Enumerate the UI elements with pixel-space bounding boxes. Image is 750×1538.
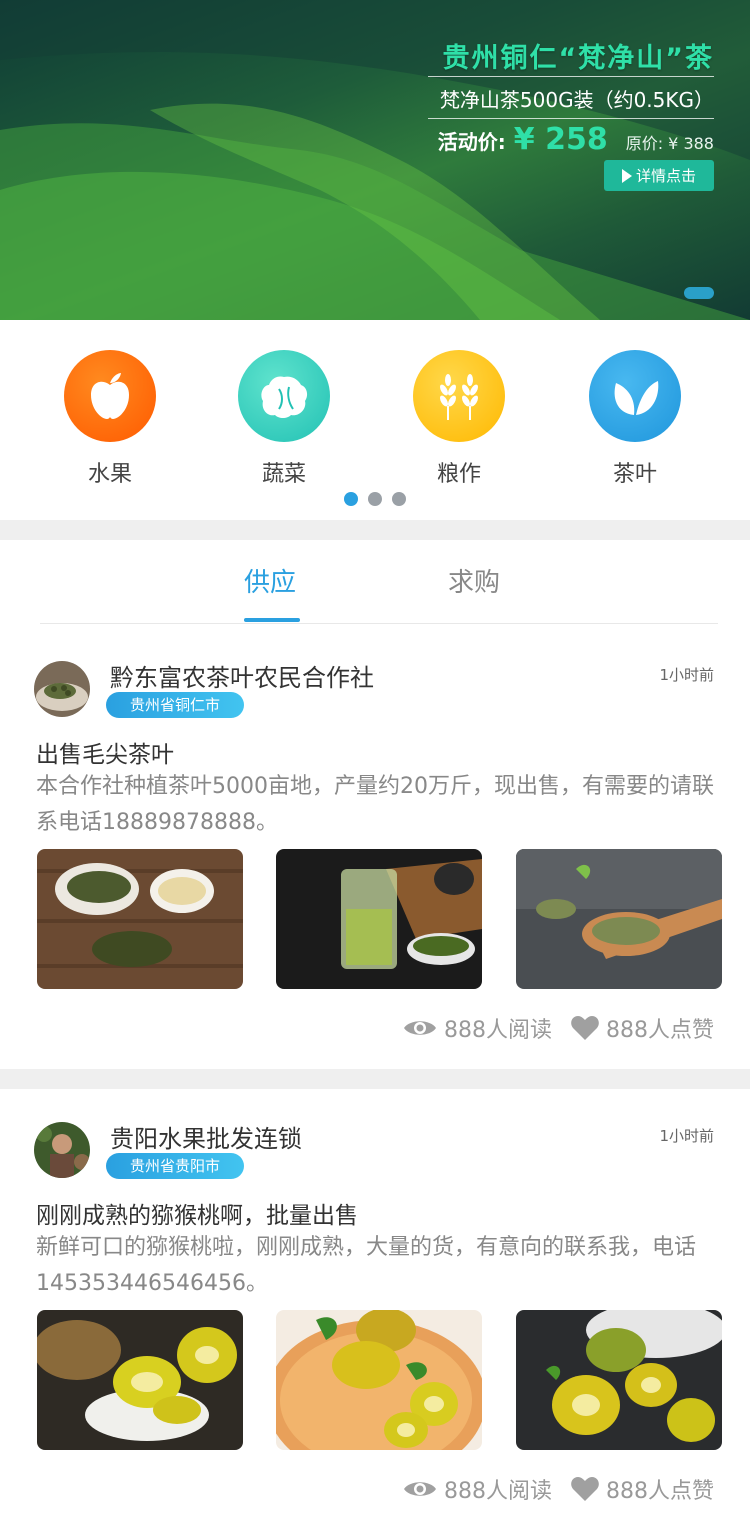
read-count: 888人阅读 [402, 1012, 552, 1044]
post-card[interactable]: 贵阳水果批发连锁 1小时前 贵州省贵阳市 刚刚成熟的猕猴桃啊，批量出售 新鲜可口… [0, 1089, 750, 1538]
category-tea[interactable]: 茶叶 [575, 350, 695, 488]
detail-button[interactable]: 详情点击 [604, 160, 714, 191]
tab-purchase[interactable]: 求购 [448, 562, 500, 599]
promo-banner[interactable]: 贵州铜仁“梵净山”茶 梵净山茶500G装（约0.5KG） 活动价: ¥ 258 … [0, 0, 750, 320]
price-label: 活动价: [437, 130, 506, 154]
eye-icon [404, 1482, 436, 1496]
post-description: 新鲜可口的猕猴桃啦，刚刚成熟，大量的货，有意向的联系我，电话1453534465… [36, 1235, 697, 1296]
post-images [37, 1310, 723, 1450]
banner-divider-top [428, 76, 714, 77]
category-page-dots [0, 492, 750, 506]
app-page: 贵州铜仁“梵净山”茶 梵净山茶500G装（约0.5KG） 活动价: ¥ 258 … [0, 0, 750, 1538]
price-value: ¥ 258 [513, 122, 608, 157]
avatar[interactable] [34, 661, 90, 717]
post-time: 1小时前 [659, 666, 714, 684]
category-label: 粮作 [436, 462, 481, 487]
category-label: 茶叶 [612, 462, 657, 487]
category-label: 水果 [87, 462, 132, 487]
heart-icon [571, 1477, 599, 1501]
category-grain[interactable]: 粮作 [399, 350, 519, 488]
banner-subtitle: 梵净山茶500G装（约0.5KG） [439, 88, 714, 112]
post-stats: 888人阅读 888人点赞 [402, 1473, 714, 1505]
post-title[interactable]: 刚刚成熟的猕猴桃啊，批量出售 [36, 1196, 358, 1230]
post-image[interactable] [276, 849, 482, 989]
post-image[interactable] [516, 849, 722, 989]
tab-supply[interactable]: 供应 [244, 562, 296, 599]
read-count-label: 888人阅读 [444, 1479, 552, 1504]
post-image[interactable] [516, 1310, 722, 1450]
location-badge: 贵州省贵阳市 [106, 1153, 245, 1179]
supply-demand-tabs: 供应 求购 [0, 540, 750, 624]
like-count[interactable]: 888人点赞 [570, 1473, 714, 1505]
post-card[interactable]: 黔东富农茶叶农民合作社 1小时前 贵州省铜仁市 出售毛尖茶叶 本合作社种植茶叶5… [0, 624, 750, 1069]
like-count-label: 888人点赞 [606, 1479, 714, 1504]
post-title[interactable]: 出售毛尖茶叶 [36, 735, 174, 769]
category-vegetable[interactable]: 蔬菜 [224, 350, 344, 488]
post-time: 1小时前 [659, 1127, 714, 1145]
post-description: 本合作社种植茶叶5000亩地，产量约20万斤，现出售，有需要的请联系电话1888… [36, 774, 714, 835]
banner-page-indicator [684, 287, 714, 299]
post-stats: 888人阅读 888人点赞 [402, 1012, 714, 1044]
banner-price-row: 活动价: ¥ 258 原价: ¥ 388 [438, 122, 714, 157]
play-icon [621, 168, 632, 183]
heart-icon [571, 1016, 599, 1040]
tea-leaf-icon [589, 350, 681, 442]
wheat-icon [413, 350, 505, 442]
org-name[interactable]: 黔东富农茶叶农民合作社 [110, 658, 374, 693]
post-image[interactable] [37, 849, 243, 989]
eye-icon [404, 1021, 436, 1035]
like-count[interactable]: 888人点赞 [570, 1012, 714, 1044]
post-image[interactable] [37, 1310, 243, 1450]
section-divider [0, 1069, 750, 1089]
like-count-label: 888人点赞 [606, 1018, 714, 1043]
tab-active-underline [244, 618, 300, 622]
category-label: 蔬菜 [261, 462, 306, 487]
avatar[interactable] [34, 1122, 90, 1178]
apple-icon [64, 350, 156, 442]
category-fruit[interactable]: 水果 [50, 350, 170, 488]
section-divider [0, 520, 750, 540]
post-image[interactable] [276, 1310, 482, 1450]
org-name[interactable]: 贵阳水果批发连锁 [110, 1119, 302, 1154]
read-count: 888人阅读 [402, 1473, 552, 1505]
read-count-label: 888人阅读 [444, 1018, 552, 1043]
detail-button-label: 详情点击 [635, 167, 696, 185]
post-images [37, 849, 723, 989]
category-grid: 水果 蔬菜 粮作 茶叶 [0, 320, 750, 520]
cabbage-icon [238, 350, 330, 442]
location-badge: 贵州省铜仁市 [106, 692, 245, 718]
page-dot [392, 492, 406, 506]
page-dot-active [344, 492, 358, 506]
banner-divider-bottom [428, 118, 714, 119]
banner-title: 贵州铜仁“梵净山”茶 [442, 43, 714, 74]
original-price: 原价: ¥ 388 [625, 134, 714, 153]
page-dot [368, 492, 382, 506]
